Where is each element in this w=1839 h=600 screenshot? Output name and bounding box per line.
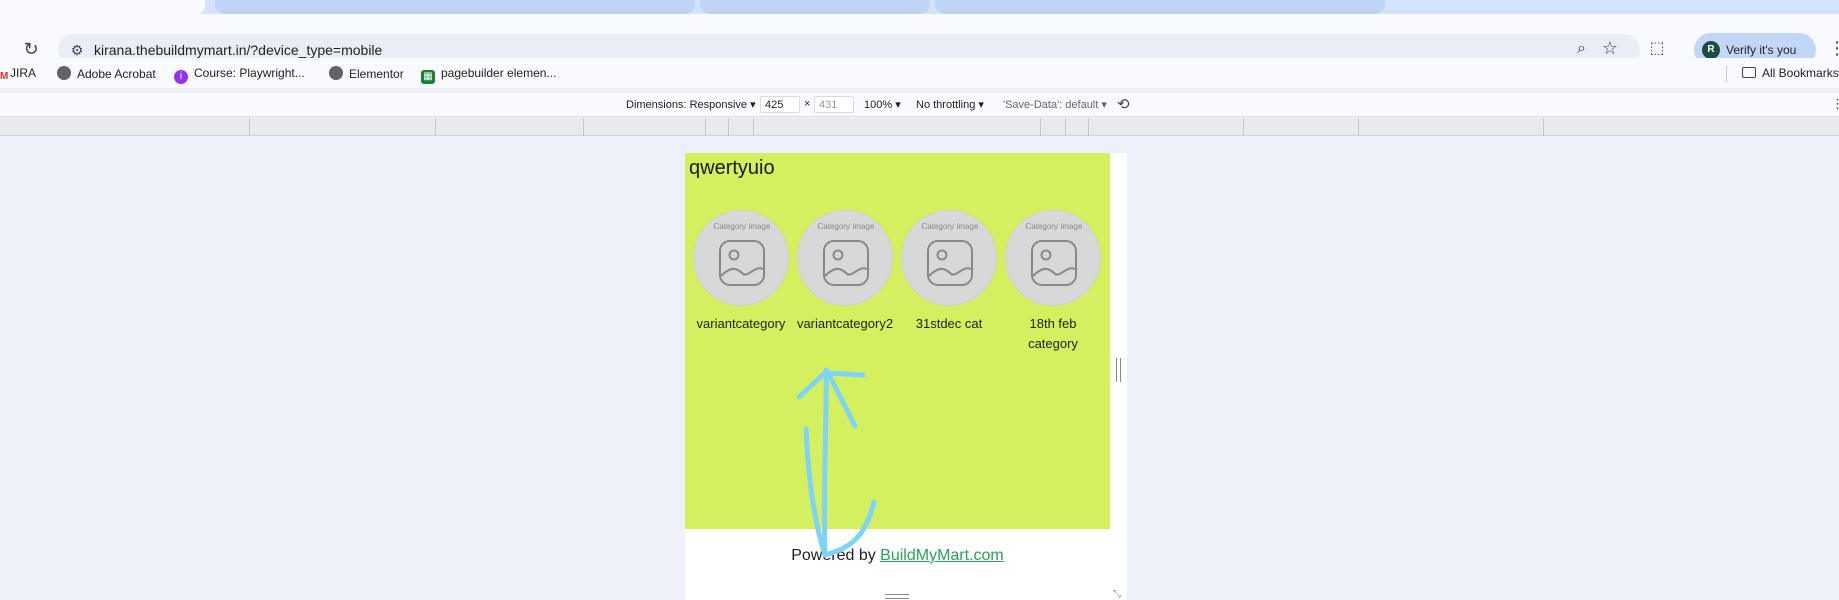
dimensions-dropdown[interactable]: Dimensions: Responsive ▾ (626, 98, 756, 111)
width-input[interactable]: 425 (760, 96, 800, 113)
height-input[interactable]: 431 (814, 96, 854, 113)
bookmark-label: Elementor (349, 67, 404, 81)
globe-icon (57, 66, 71, 80)
globe-icon (329, 66, 343, 80)
media-query-ruler[interactable] (0, 118, 1839, 136)
folder-icon (1742, 67, 1756, 78)
sheets-icon: ▦ (421, 70, 435, 84)
ruler-tick (583, 118, 584, 136)
ruler-tick (1040, 118, 1041, 136)
tab-3[interactable] (935, 0, 1385, 14)
device-toolbar: Dimensions: Responsive ▾ 425 × 431 100% … (0, 93, 1839, 117)
url-text[interactable]: kirana.thebuildmymart.in/?device_type=mo… (94, 42, 382, 58)
bookmarks-bar: M JIRA Adobe Acrobat i Course: Playwright.… (0, 58, 1839, 88)
ruler-tick (435, 118, 436, 136)
ruler-tick (1543, 118, 1544, 136)
tab-strip (0, 0, 1839, 14)
ruler-tick (1088, 118, 1089, 136)
reload-icon[interactable]: ↻ (20, 38, 42, 60)
bookmark-label: JIRA (10, 66, 37, 80)
throttling-dropdown[interactable]: No throttling ▾ (916, 98, 984, 111)
bookmark-adobe-acrobat[interactable]: Adobe Acrobat (57, 66, 156, 81)
bookmark-course-playwright[interactable]: i Course: Playwright... (174, 66, 305, 84)
bookmark-pagebuilder[interactable]: ▦ pagebuilder elemen... (421, 66, 556, 84)
tab-1[interactable] (215, 0, 695, 14)
ruler-tick (1358, 118, 1359, 136)
caret-down-icon: ▾ (978, 99, 984, 111)
all-bookmarks-label: All Bookmarks (1762, 66, 1839, 80)
save-data-dropdown[interactable]: 'Save-Data': default ▾ (1003, 98, 1107, 111)
bookmark-star-icon[interactable]: ☆ (1602, 38, 1618, 59)
avatar: R (1702, 41, 1720, 59)
bookmark-label: pagebuilder elemen... (441, 66, 557, 80)
active-tab[interactable] (0, 0, 205, 14)
site-info-icon[interactable]: ⚙ (68, 41, 86, 59)
hand-drawn-arrow-annotation (796, 367, 877, 558)
ruler-tick (728, 118, 729, 136)
ruler-tick (1243, 118, 1244, 136)
rotate-icon[interactable]: ⟲ (1117, 95, 1130, 113)
gmail-icon: M (0, 71, 9, 82)
caret-down-icon: ▾ (1101, 99, 1107, 111)
zoom-label: 100% (864, 99, 893, 111)
bookmark-label: Adobe Acrobat (77, 67, 156, 81)
course-icon: i (174, 70, 188, 84)
caret-down-icon: ▾ (750, 99, 756, 111)
all-bookmarks-button[interactable]: All Bookmarks (1742, 66, 1839, 80)
dimensions-label: Dimensions: Responsive (626, 99, 748, 111)
save-data-label: 'Save-Data': default (1003, 99, 1099, 111)
tab-2[interactable] (700, 0, 930, 14)
zoom-icon[interactable]: ⌕ (1577, 40, 1586, 58)
ruler-tick (705, 118, 706, 136)
device-viewport: qwertyuio Category Image variantcategory… (685, 153, 1127, 600)
profile-button-label: Verify it's you (1726, 43, 1797, 57)
caret-down-icon: ▾ (895, 99, 901, 111)
browser-menu-icon[interactable]: ⋮ (1828, 38, 1839, 59)
bookmark-label: Course: Playwright... (194, 66, 305, 80)
device-menu-icon[interactable]: ⋮ (1831, 96, 1839, 112)
times-sign: × (804, 98, 811, 110)
zoom-dropdown[interactable]: 100% ▾ (864, 98, 901, 111)
ruler-tick (1065, 118, 1066, 136)
bookmarks-divider (1726, 66, 1727, 82)
ruler-tick (753, 118, 754, 136)
throttling-label: No throttling (916, 99, 976, 111)
extensions-icon[interactable]: ⬚ (1646, 38, 1668, 60)
bookmark-jira[interactable]: M JIRA (0, 66, 36, 84)
ruler-tick (249, 118, 250, 136)
bookmark-elementor[interactable]: Elementor (329, 66, 404, 81)
